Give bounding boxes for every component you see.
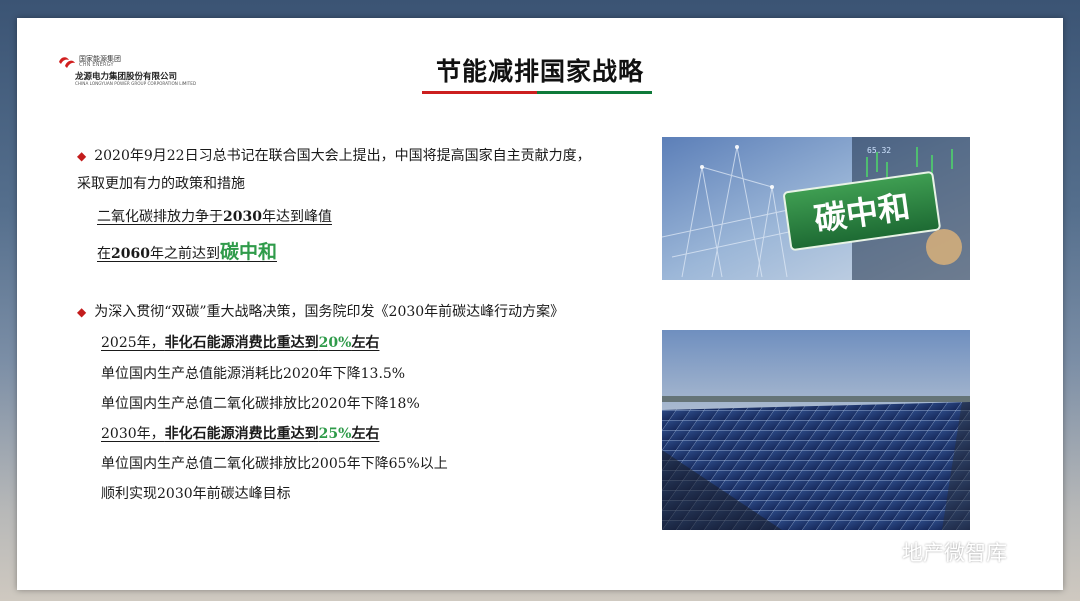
solar-panels-image bbox=[662, 330, 970, 530]
section1-line1: ◆ 2020年9月22日习总书记在联合国大会上提出，中国将提高国家自主贡献力度， bbox=[77, 148, 591, 164]
peak-target: 二氧化碳排放力争于2030年达到峰值 bbox=[97, 209, 332, 225]
slide: 国家能源集团 CHN ENERGY 龙源电力集团股份有限公司 CHINA LON… bbox=[17, 18, 1063, 590]
diamond-bullet-icon: ◆ bbox=[77, 305, 87, 319]
wechat-icon bbox=[861, 540, 893, 562]
title-underline-red bbox=[422, 91, 537, 94]
target-2030-co2: 单位国内生产总值二氧化碳排放比2005年下降65%以上 bbox=[101, 456, 448, 472]
diamond-bullet-icon: ◆ bbox=[77, 149, 87, 163]
carbon-neutral-image: 65.32 碳中和 bbox=[662, 137, 970, 280]
target-2030: 2030年，非化石能源消费比重达到25%左右 bbox=[101, 426, 380, 442]
title-underline-green bbox=[537, 91, 652, 94]
watermark: 地产微智库 bbox=[860, 537, 1007, 567]
section2-line1: ◆ 为深入贯彻“双碳”重大战略决策，国务院印发《2030年前碳达峰行动方案》 bbox=[77, 304, 565, 320]
ticker-value: 65.32 bbox=[867, 146, 891, 155]
page-title: 节能减排国家战略 bbox=[435, 57, 644, 86]
target-2025-co2: 单位国内生产总值二氧化碳排放比2020年下降18% bbox=[101, 396, 420, 412]
section1-line2: 采取更加有力的政策和措施 bbox=[77, 176, 245, 192]
target-2030-peak: 顺利实现2030年前碳达峰目标 bbox=[101, 486, 291, 502]
title-underline bbox=[422, 91, 652, 94]
neutral-target: 在2060年之前达到碳中和 bbox=[97, 241, 277, 263]
target-2025-energy: 单位国内生产总值能源消耗比2020年下降13.5% bbox=[101, 366, 406, 382]
watermark-text: 地产微智库 bbox=[902, 541, 1007, 565]
target-2025: 2025年，非化石能源消费比重达到20%左右 bbox=[101, 335, 380, 351]
